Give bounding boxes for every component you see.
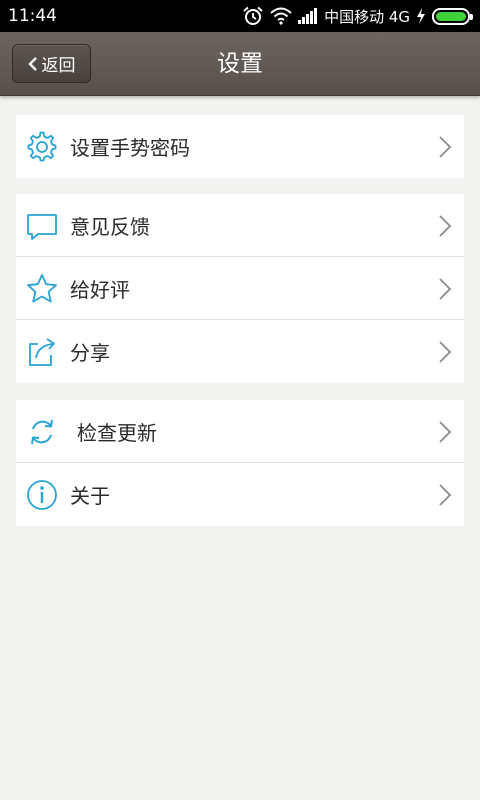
star-icon xyxy=(26,273,58,305)
row-rate[interactable]: 给好评 xyxy=(16,257,464,320)
row-label: 给好评 xyxy=(70,277,130,302)
row-label: 设置手势密码 xyxy=(70,136,190,160)
row-label: 检查更新 xyxy=(77,420,157,445)
settings-group-security: 设置手势密码 xyxy=(16,115,464,178)
speech-bubble-icon xyxy=(26,210,58,242)
charging-icon xyxy=(416,8,426,24)
row-label: 意见反馈 xyxy=(70,214,150,239)
back-button[interactable]: 返回 xyxy=(12,44,91,83)
back-label: 返回 xyxy=(41,56,76,76)
row-label: 关于 xyxy=(70,484,110,508)
row-feedback[interactable]: 意见反馈 xyxy=(16,194,464,257)
refresh-icon xyxy=(26,416,58,448)
chevron-right-icon xyxy=(438,484,452,506)
chevron-right-icon xyxy=(438,421,452,443)
status-time: 11:44 xyxy=(8,6,57,26)
gear-icon xyxy=(26,131,58,163)
info-icon xyxy=(26,479,58,511)
status-icons: 中国移动 4G xyxy=(242,6,473,27)
chevron-left-icon xyxy=(27,56,38,71)
row-share[interactable]: 分享 xyxy=(16,320,464,383)
carrier-label: 中国移动 4G xyxy=(324,7,410,26)
row-about[interactable]: 关于 xyxy=(16,463,464,526)
share-icon xyxy=(26,336,58,368)
chevron-right-icon xyxy=(438,341,452,363)
wifi-icon xyxy=(270,7,292,25)
row-label: 分享 xyxy=(70,341,110,365)
settings-group-about: 检查更新 关于 xyxy=(16,400,464,526)
signal-icon xyxy=(298,8,318,24)
row-gesture-password[interactable]: 设置手势密码 xyxy=(16,115,464,178)
chevron-right-icon xyxy=(438,215,452,237)
chevron-right-icon xyxy=(438,136,452,158)
battery-icon xyxy=(432,7,473,25)
alarm-icon xyxy=(242,6,264,26)
row-check-update[interactable]: 检查更新 xyxy=(16,400,464,463)
chevron-right-icon xyxy=(438,278,452,300)
battery-level xyxy=(436,11,466,21)
settings-group-feedback: 意见反馈 给好评 分享 xyxy=(16,194,464,383)
title-bar: 返回 设置 xyxy=(0,32,480,96)
status-bar: 11:44 中国移动 4G xyxy=(0,0,480,32)
